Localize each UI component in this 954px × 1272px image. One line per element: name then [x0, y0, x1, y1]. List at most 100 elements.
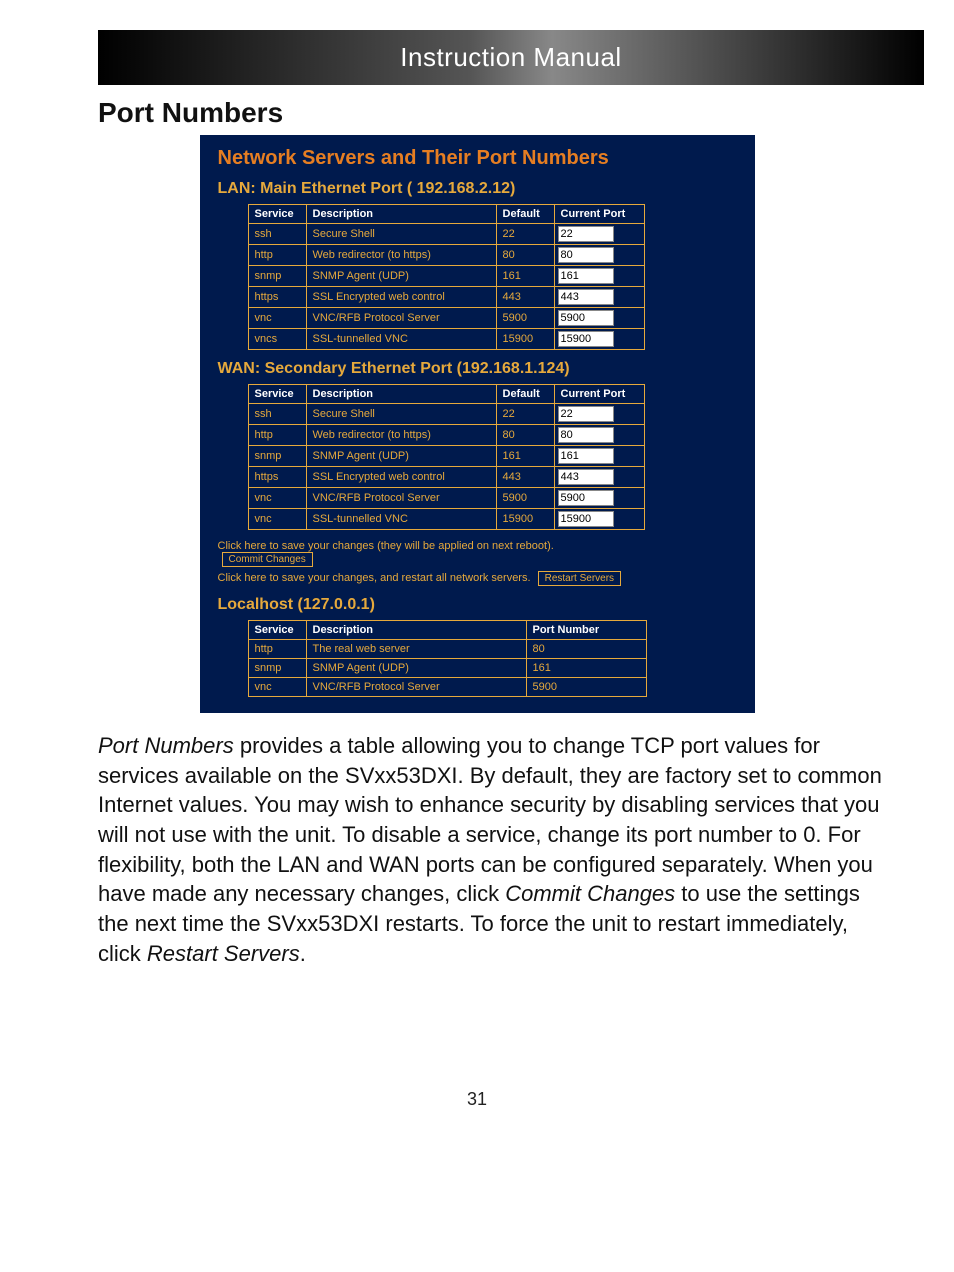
cell-service: https: [248, 287, 306, 308]
cell-input: [554, 245, 644, 266]
cell-service: https: [248, 467, 306, 488]
cell-default: 443: [496, 287, 554, 308]
table-row: vncVNC/RFB Protocol Server5900: [248, 678, 646, 697]
section-heading: Port Numbers: [98, 97, 954, 129]
cell-service: vnc: [248, 488, 306, 509]
body-paragraph: Port Numbers provides a table allowing y…: [98, 731, 894, 969]
cell-service: ssh: [248, 404, 306, 425]
commit-row: Click here to save your changes (they wi…: [218, 540, 737, 567]
cell-desc: Web redirector (to https): [306, 245, 496, 266]
commit-hint: Click here to save your changes (they wi…: [218, 540, 554, 552]
table-row: snmpSNMP Agent (UDP)161: [248, 659, 646, 678]
table-row: vncVNC/RFB Protocol Server5900: [248, 308, 644, 329]
cell-service: http: [248, 245, 306, 266]
cell-service: vnc: [248, 509, 306, 530]
cell-port: 80: [526, 640, 646, 659]
table-row: httpsSSL Encrypted web control443: [248, 287, 644, 308]
lan-th-default: Default: [496, 205, 554, 224]
cell-input: [554, 467, 644, 488]
topbar: Instruction Manual: [98, 30, 924, 85]
table-row: vncSSL-tunnelled VNC15900: [248, 509, 644, 530]
cell-default: 443: [496, 467, 554, 488]
table-row: snmpSNMP Agent (UDP)161: [248, 266, 644, 287]
cell-default: 161: [496, 446, 554, 467]
cell-input: [554, 509, 644, 530]
body-emph-port-numbers: Port Numbers: [98, 733, 234, 758]
table-row: sshSecure Shell22: [248, 224, 644, 245]
localhost-table: Service Description Port Number httpThe …: [248, 620, 647, 697]
wan-port-input-http[interactable]: [558, 427, 614, 443]
cell-service: snmp: [248, 659, 306, 678]
body-text-3: .: [300, 941, 306, 966]
table-row: httpsSSL Encrypted web control443: [248, 467, 644, 488]
cell-default: 80: [496, 245, 554, 266]
cell-default: 22: [496, 224, 554, 245]
cell-desc: Secure Shell: [306, 224, 496, 245]
wan-port-input-https[interactable]: [558, 469, 614, 485]
lan-port-input-ssh[interactable]: [558, 226, 614, 242]
cell-default: 5900: [496, 488, 554, 509]
cell-input: [554, 224, 644, 245]
commit-changes-button[interactable]: Commit Changes: [222, 552, 313, 567]
table-row: vncsSSL-tunnelled VNC15900: [248, 329, 644, 350]
cell-service: http: [248, 425, 306, 446]
lan-port-input-snmp[interactable]: [558, 268, 614, 284]
cell-default: 5900: [496, 308, 554, 329]
cell-service: ssh: [248, 224, 306, 245]
wan-heading: WAN: Secondary Ethernet Port (192.168.1.…: [218, 360, 737, 378]
cell-desc: SSL-tunnelled VNC: [306, 509, 496, 530]
restart-servers-button[interactable]: Restart Servers: [538, 571, 621, 586]
cell-default: 22: [496, 404, 554, 425]
body-emph-restart: Restart Servers: [147, 941, 300, 966]
cell-default: 15900: [496, 329, 554, 350]
cell-input: [554, 287, 644, 308]
body-emph-commit: Commit Changes: [505, 881, 675, 906]
wan-table: Service Description Default Current Port…: [248, 384, 645, 530]
lan-th-current: Current Port: [554, 205, 644, 224]
table-row: httpWeb redirector (to https)80: [248, 245, 644, 266]
cell-input: [554, 488, 644, 509]
cell-service: snmp: [248, 266, 306, 287]
cell-desc: SSL Encrypted web control: [306, 287, 496, 308]
cell-desc: SNMP Agent (UDP): [306, 446, 496, 467]
cell-input: [554, 425, 644, 446]
table-row: sshSecure Shell22: [248, 404, 644, 425]
topbar-title: Instruction Manual: [400, 42, 621, 73]
wan-port-input-vnc[interactable]: [558, 490, 614, 506]
table-row: snmpSNMP Agent (UDP)161: [248, 446, 644, 467]
lan-table: Service Description Default Current Port…: [248, 204, 645, 350]
cell-default: 161: [496, 266, 554, 287]
lan-th-desc: Description: [306, 205, 496, 224]
cell-service: vnc: [248, 308, 306, 329]
wan-port-input-ssh[interactable]: [558, 406, 614, 422]
cell-desc: SNMP Agent (UDP): [306, 659, 526, 678]
cell-default: 80: [496, 425, 554, 446]
page-number: 31: [0, 1089, 954, 1110]
localhost-heading: Localhost (127.0.0.1): [218, 596, 737, 614]
lan-port-input-https[interactable]: [558, 289, 614, 305]
lan-port-input-vnc[interactable]: [558, 310, 614, 326]
wan-th-current: Current Port: [554, 385, 644, 404]
cell-desc: VNC/RFB Protocol Server: [306, 308, 496, 329]
cell-desc: SSL Encrypted web control: [306, 467, 496, 488]
wan-port-input-vncs[interactable]: [558, 511, 614, 527]
cell-desc: VNC/RFB Protocol Server: [306, 488, 496, 509]
wan-th-service: Service: [248, 385, 306, 404]
lan-th-service: Service: [248, 205, 306, 224]
wan-port-input-snmp[interactable]: [558, 448, 614, 464]
local-th-service: Service: [248, 621, 306, 640]
lan-port-input-vncs[interactable]: [558, 331, 614, 347]
cell-input: [554, 404, 644, 425]
cell-port: 161: [526, 659, 646, 678]
cell-service: vnc: [248, 678, 306, 697]
table-row: httpWeb redirector (to https)80: [248, 425, 644, 446]
cell-desc: Secure Shell: [306, 404, 496, 425]
panel-title: Network Servers and Their Port Numbers: [218, 147, 737, 170]
cell-input: [554, 266, 644, 287]
cell-desc: SNMP Agent (UDP): [306, 266, 496, 287]
cell-input: [554, 329, 644, 350]
network-panel: Network Servers and Their Port Numbers L…: [200, 135, 755, 713]
lan-port-input-http[interactable]: [558, 247, 614, 263]
restart-row: Click here to save your changes, and res…: [218, 571, 737, 586]
lan-heading: LAN: Main Ethernet Port ( 192.168.2.12): [218, 180, 737, 198]
